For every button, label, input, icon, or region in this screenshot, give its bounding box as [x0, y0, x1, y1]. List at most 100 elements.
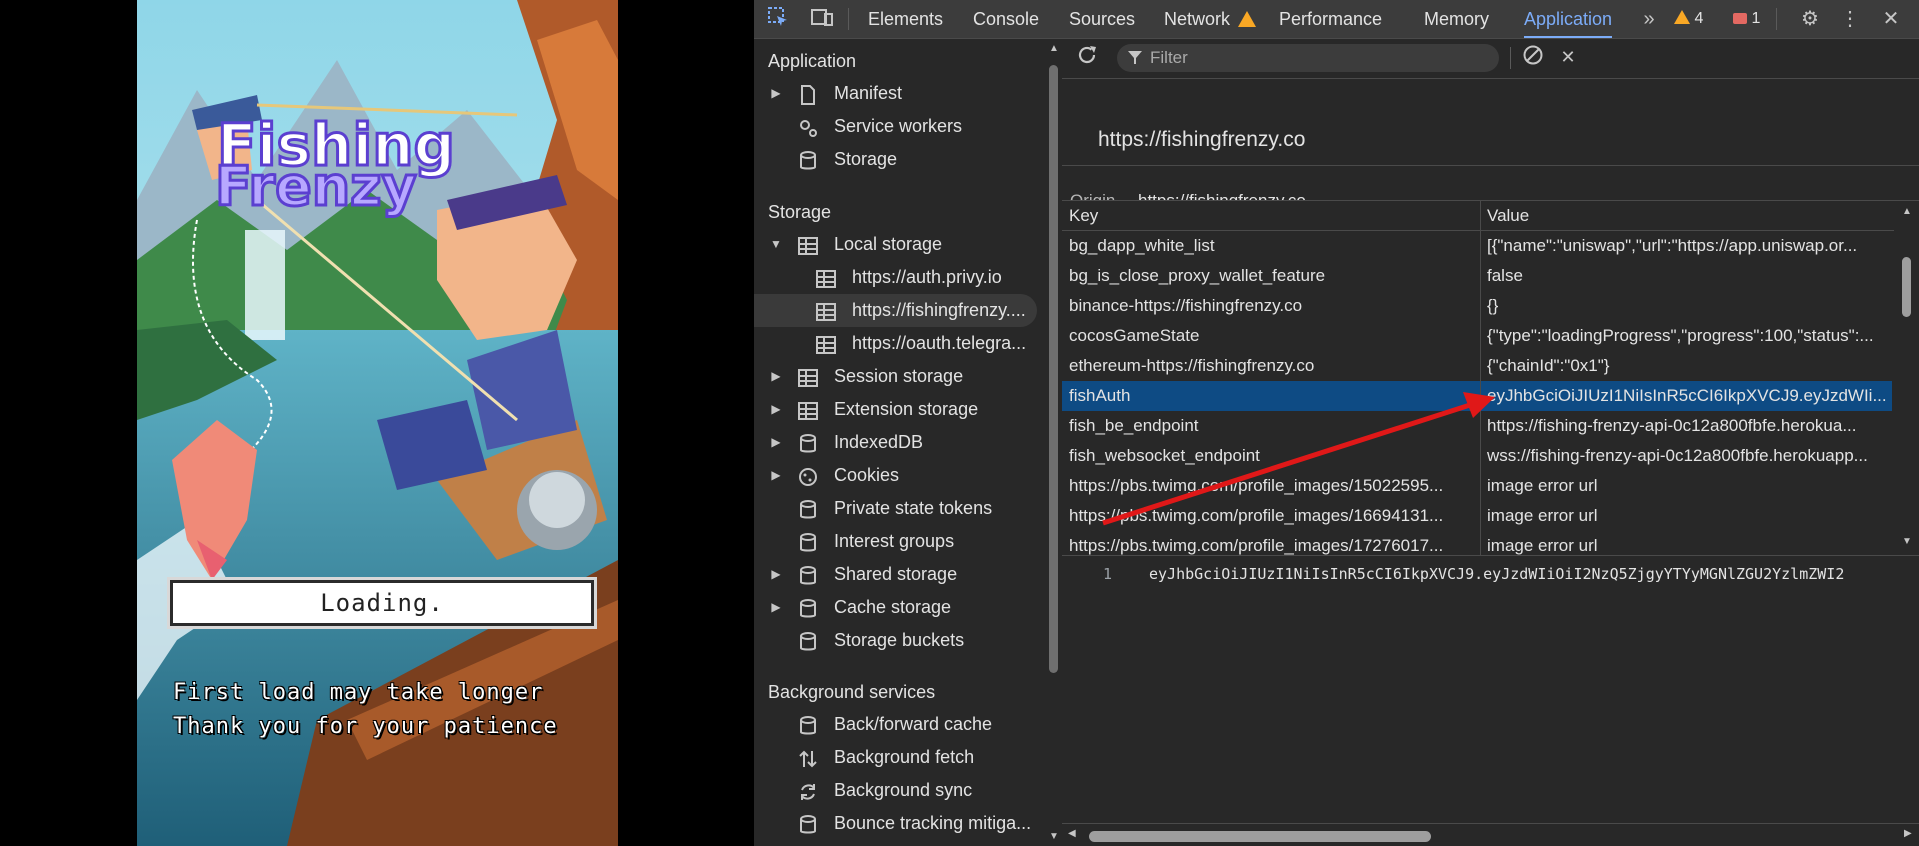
- settings-gear-icon[interactable]: ⚙: [1797, 6, 1823, 32]
- table-row-selected[interactable]: fishAuth eyJhbGciOiJIUzI1NiIsInR5cCI6IkpX…: [1062, 381, 1892, 411]
- sidebar-item-background-fetch[interactable]: Background fetch: [754, 741, 1045, 774]
- warnings-badge[interactable]: 4: [1674, 0, 1703, 38]
- more-options-icon[interactable]: ⋮: [1837, 6, 1863, 32]
- sidebar-item-local-storage-origin-selected[interactable]: https://fishingfrenzy....: [754, 294, 1037, 327]
- sidebar-item-storage-buckets[interactable]: Storage buckets: [754, 624, 1045, 657]
- device-toolbar-icon[interactable]: [809, 6, 835, 32]
- filter-placeholder: Filter: [1150, 48, 1188, 67]
- tab-performance[interactable]: Performance: [1279, 0, 1382, 38]
- gears-icon: [798, 116, 818, 137]
- preview-horizontal-scrollbar[interactable]: ◀ ▶: [1062, 823, 1919, 846]
- row-key: https://pbs.twimg.com/profile_images/172…: [1069, 536, 1444, 555]
- sidebar-item-indexeddb[interactable]: ▶ IndexedDB: [754, 426, 1045, 459]
- scroll-right-arrow-icon[interactable]: ▶: [1904, 828, 1912, 839]
- table-icon: [816, 333, 836, 354]
- sidebar-item-service-workers[interactable]: Service workers: [754, 110, 1045, 143]
- row-value: [{"name":"uniswap","url":"https://app.un…: [1487, 236, 1858, 255]
- sidebar-item-interest-groups[interactable]: Interest groups: [754, 525, 1045, 558]
- table-row[interactable]: https://pbs.twimg.com/profile_images/166…: [1062, 501, 1892, 531]
- row-key: fishAuth: [1069, 386, 1131, 405]
- sidebar-item-local-storage-origin[interactable]: https://auth.privy.io: [754, 261, 1045, 294]
- preview-value-text[interactable]: eyJhbGciOiJIUzI1NiIsInR5cCI6IkpXVCJ9.eyJ…: [1149, 565, 1919, 583]
- errors-badge[interactable]: 1: [1733, 0, 1760, 38]
- expand-arrow-icon: ▶: [771, 567, 781, 581]
- scroll-left-arrow-icon[interactable]: ◀: [1068, 828, 1076, 839]
- table-icon: [798, 399, 818, 420]
- tab-console[interactable]: Console: [973, 0, 1039, 38]
- inspect-element-icon[interactable]: [765, 6, 791, 32]
- sidebar-item-local-storage[interactable]: ▼ Local storage: [754, 228, 1045, 261]
- more-tabs-chevron-icon[interactable]: »: [1636, 6, 1662, 32]
- column-header-value[interactable]: Value: [1480, 201, 1894, 231]
- expand-arrow-icon: ▶: [771, 468, 781, 482]
- row-value: {"type":"loadingProgress","progress":100…: [1487, 326, 1874, 345]
- devtools-toolbar: Elements Console Sources Network Perform…: [754, 0, 1919, 39]
- preview-scroll-thumb[interactable]: [1089, 831, 1431, 842]
- row-key: cocosGameState: [1069, 326, 1200, 345]
- up-down-arrows-icon: [798, 747, 818, 768]
- storage-table: Key Value bg_dapp_white_list [{"name":"un…: [1062, 200, 1919, 556]
- row-key: bg_is_close_proxy_wallet_feature: [1069, 266, 1326, 285]
- tab-sources[interactable]: Sources: [1069, 0, 1135, 38]
- section-title-storage: Storage: [768, 202, 832, 222]
- scroll-up-arrow-icon[interactable]: ▲: [1049, 43, 1059, 54]
- table-row[interactable]: binance-https://fishingfrenzy.co {}: [1062, 291, 1892, 321]
- game-viewport[interactable]: Fishing Frenzy Loading. First load may t…: [137, 0, 618, 846]
- refresh-icon[interactable]: [1074, 44, 1100, 70]
- table-row[interactable]: https://pbs.twimg.com/profile_images/172…: [1062, 531, 1892, 555]
- close-devtools-icon[interactable]: ✕: [1878, 6, 1904, 32]
- sidebar-item-background-sync[interactable]: Background sync: [754, 774, 1045, 807]
- sidebar-item-manifest[interactable]: ▶ Manifest: [754, 77, 1045, 110]
- toolbar-divider: [1510, 47, 1511, 69]
- game-logo-line2: Frenzy: [215, 155, 417, 218]
- column-divider[interactable]: [1480, 201, 1481, 555]
- tab-memory[interactable]: Memory: [1424, 0, 1489, 38]
- scroll-up-arrow-icon[interactable]: ▲: [1902, 206, 1912, 217]
- column-header-key[interactable]: Key: [1062, 201, 1480, 231]
- expand-arrow-icon: ▶: [771, 369, 781, 383]
- error-count: 1: [1751, 10, 1761, 27]
- sidebar-item-back-forward-cache[interactable]: Back/forward cache: [754, 708, 1045, 741]
- expand-arrow-icon: ▶: [771, 402, 781, 416]
- table-row[interactable]: https://pbs.twimg.com/profile_images/150…: [1062, 471, 1892, 501]
- sidebar-item-private-state-tokens[interactable]: Private state tokens: [754, 492, 1045, 525]
- table-icon: [798, 234, 818, 255]
- delete-selected-icon[interactable]: ✕: [1555, 44, 1581, 70]
- table-icon: [816, 267, 836, 288]
- tab-network[interactable]: Network: [1164, 0, 1257, 38]
- table-row[interactable]: bg_is_close_proxy_wallet_feature false: [1062, 261, 1892, 291]
- table-scroll-thumb[interactable]: [1902, 257, 1911, 317]
- sidebar-item-shared-storage[interactable]: ▶ Shared storage: [754, 558, 1045, 591]
- expand-arrow-icon: ▶: [771, 86, 781, 100]
- sidebar-item-cache-storage[interactable]: ▶ Cache storage: [754, 591, 1045, 624]
- tab-elements[interactable]: Elements: [868, 0, 943, 38]
- sidebar-item-session-storage[interactable]: ▶ Session storage: [754, 360, 1045, 393]
- loading-indicator: Loading.: [170, 580, 594, 626]
- table-scrollbar[interactable]: ▲ ▼: [1894, 200, 1919, 554]
- divider: [1062, 165, 1919, 166]
- table-row[interactable]: cocosGameState {"type":"loadingProgress",…: [1062, 321, 1892, 351]
- clear-all-icon[interactable]: [1520, 44, 1546, 70]
- table-row[interactable]: bg_dapp_white_list [{"name":"uniswap","ur…: [1062, 231, 1892, 261]
- sidebar-item-local-storage-origin[interactable]: https://oauth.telegra...: [754, 327, 1045, 360]
- sidebar-scroll-thumb[interactable]: [1049, 65, 1058, 673]
- table-row[interactable]: fish_be_endpoint https://fishing-frenzy-a…: [1062, 411, 1892, 441]
- value-preview[interactable]: 1 eyJhbGciOiJIUzI1NiIsInR5cCI6IkpXVCJ9.e…: [1062, 555, 1919, 835]
- local-storage-panel: Filter ✕ https://fishingfrenzy.co Origin…: [1062, 39, 1919, 846]
- database-icon: [798, 813, 818, 834]
- table-row[interactable]: fish_websocket_endpoint wss://fishing-fre…: [1062, 441, 1892, 471]
- scroll-down-arrow-icon[interactable]: ▼: [1049, 831, 1059, 842]
- filter-input[interactable]: Filter: [1117, 44, 1499, 72]
- row-value: false: [1487, 266, 1523, 285]
- scroll-down-arrow-icon[interactable]: ▼: [1902, 536, 1912, 547]
- sidebar-item-cookies[interactable]: ▶ Cookies: [754, 459, 1045, 492]
- table-row[interactable]: ethereum-https://fishingfrenzy.co {"chain…: [1062, 351, 1892, 381]
- warning-count: 4: [1694, 10, 1704, 27]
- sidebar-item-extension-storage[interactable]: ▶ Extension storage: [754, 393, 1045, 426]
- sidebar-scrollbar[interactable]: ▲ ▼: [1045, 39, 1062, 846]
- cookie-icon: [798, 465, 818, 486]
- sidebar-item-storage[interactable]: Storage: [754, 143, 1045, 176]
- tab-application[interactable]: Application: [1524, 0, 1613, 38]
- sidebar-item-bounce-tracking[interactable]: Bounce tracking mitiga...: [754, 807, 1045, 840]
- loading-message-line1: First load may take longer: [173, 680, 544, 705]
